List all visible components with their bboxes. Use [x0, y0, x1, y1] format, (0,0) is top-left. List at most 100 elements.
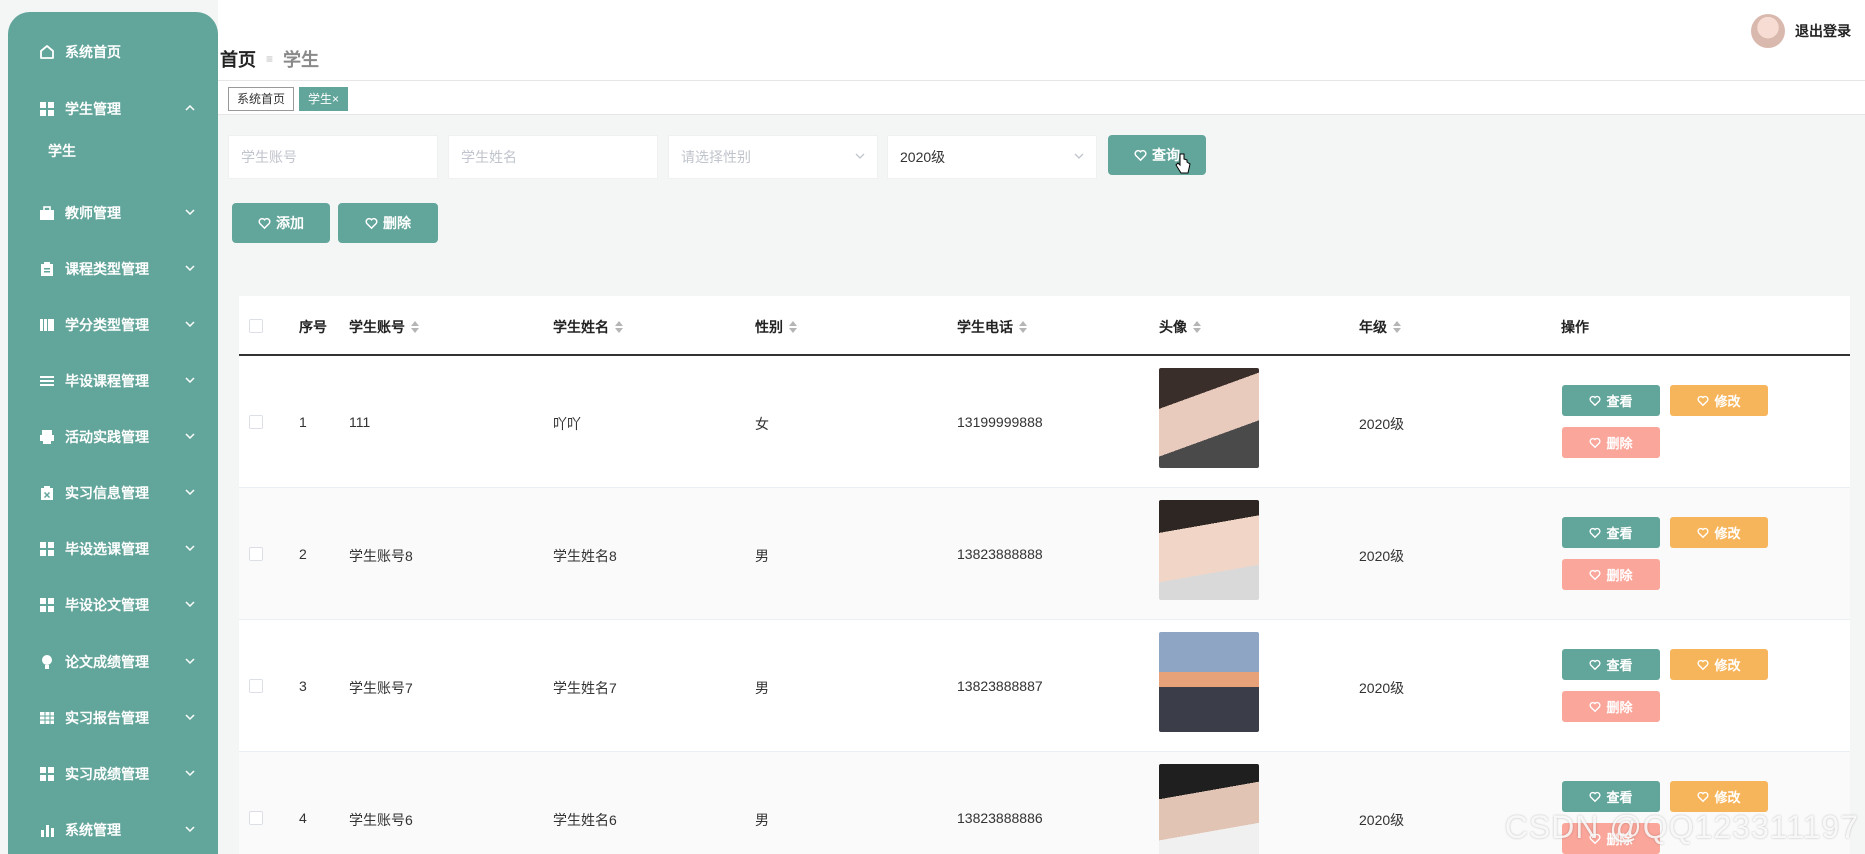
bar-chart-icon	[38, 821, 56, 839]
delete-button[interactable]: 删除	[1562, 691, 1660, 722]
clipboard-icon	[38, 260, 56, 278]
query-button[interactable]: 查询	[1108, 135, 1206, 175]
sidebar-item-label: 毕设选课管理	[65, 541, 149, 557]
chevron-down-icon	[185, 321, 195, 328]
breadcrumb-separator: ≡	[266, 52, 274, 66]
cell-gender: 男	[755, 548, 769, 564]
edit-button[interactable]: 修改	[1670, 781, 1768, 812]
delete-button[interactable]: 删除	[1562, 559, 1660, 590]
sidebar-item-internship-report[interactable]: 实习报告管理	[8, 698, 218, 738]
col-phone[interactable]: 学生电话	[957, 317, 1027, 337]
student-table: 序号 学生账号 学生姓名 性别 学生电话 头像 年级 操作 1 111 吖吖 女…	[239, 296, 1850, 854]
heart-icon	[1697, 659, 1709, 670]
cell-phone: 13823888886	[957, 810, 1043, 826]
col-name[interactable]: 学生姓名	[553, 317, 623, 337]
breadcrumb-home[interactable]: 首页	[220, 46, 256, 72]
sidebar-item-internship-info[interactable]: 实习信息管理	[8, 473, 218, 513]
sidebar-item-label: 实习成绩管理	[65, 766, 149, 782]
heart-icon	[1589, 395, 1601, 406]
row-checkbox[interactable]	[249, 547, 263, 561]
view-button[interactable]: 查看	[1562, 781, 1660, 812]
row-checkbox[interactable]	[249, 679, 263, 693]
cell-phone: 13823888888	[957, 546, 1043, 562]
select-all-checkbox[interactable]	[249, 319, 263, 333]
sort-icon[interactable]	[789, 321, 797, 333]
table-header: 序号 学生账号 学生姓名 性别 学生电话 头像 年级 操作	[239, 296, 1850, 356]
add-button[interactable]: 添加	[232, 203, 330, 243]
edit-button[interactable]: 修改	[1670, 385, 1768, 416]
batch-delete-button[interactable]: 删除	[338, 203, 438, 243]
sidebar-item-credit-type[interactable]: 学分类型管理	[8, 305, 218, 345]
avatar[interactable]	[1751, 14, 1785, 48]
watermark: CSDN @QQ123311197	[1504, 809, 1859, 845]
tag-home[interactable]: 系统首页	[228, 87, 295, 111]
sidebar-item-internship-score[interactable]: 实习成绩管理	[8, 754, 218, 794]
sidebar-subitem-student[interactable]: 学生	[48, 141, 76, 161]
sidebar-item-label: 学生管理	[65, 101, 121, 117]
sidebar-item-teacher-management[interactable]: 教师管理	[8, 193, 218, 233]
sidebar-item-course-type[interactable]: 课程类型管理	[8, 249, 218, 289]
chevron-down-icon	[185, 770, 195, 777]
row-checkbox[interactable]	[249, 811, 263, 825]
sort-icon[interactable]	[1393, 321, 1401, 333]
heart-icon	[365, 217, 378, 229]
cell-index: 2	[299, 546, 307, 562]
sidebar-item-thesis-score[interactable]: 论文成绩管理	[8, 642, 218, 682]
cell-account: 111	[349, 414, 371, 430]
gender-select[interactable]: 请选择性别	[668, 135, 878, 179]
tags-bar: 系统首页 学生×	[218, 80, 1865, 115]
col-avatar-label: 头像	[1159, 319, 1187, 335]
list-icon	[38, 372, 56, 390]
table-row: 2 学生账号8 学生姓名8 男 13823888888 2020级 查看 修改 …	[239, 488, 1850, 620]
tag-student[interactable]: 学生×	[299, 87, 349, 111]
cell-name: 吖吖	[553, 416, 581, 432]
chevron-down-icon	[185, 433, 195, 440]
logout-button[interactable]: 退出登录	[1795, 21, 1851, 41]
grid-icon	[38, 596, 56, 614]
edit-label: 修改	[1714, 658, 1741, 673]
view-button[interactable]: 查看	[1562, 649, 1660, 680]
edit-button[interactable]: 修改	[1670, 649, 1768, 680]
cell-account: 学生账号7	[349, 680, 413, 696]
sidebar-item-label: 论文成绩管理	[65, 654, 149, 670]
heart-icon	[1589, 701, 1601, 712]
printer-icon	[38, 428, 56, 446]
sidebar-item-system-management[interactable]: 系统管理	[8, 810, 218, 850]
chevron-down-icon	[185, 601, 195, 608]
sidebar-item-home[interactable]: 系统首页	[8, 32, 218, 72]
student-account-input[interactable]: 学生账号	[228, 135, 438, 179]
sort-icon[interactable]	[411, 321, 419, 333]
col-avatar[interactable]: 头像	[1159, 317, 1201, 337]
view-button[interactable]: 查看	[1562, 385, 1660, 416]
sidebar: 系统首页 学生管理 学生 教师管理 课程类型管理 学分类型管理 毕设课程管理 活…	[8, 12, 218, 854]
tag-label: 学生	[308, 92, 333, 106]
view-button[interactable]: 查看	[1562, 517, 1660, 548]
heart-icon	[1697, 791, 1709, 802]
tag-close-icon[interactable]: ×	[332, 92, 339, 106]
col-gender[interactable]: 性别	[755, 317, 797, 337]
chevron-down-icon	[185, 826, 195, 833]
delete-button[interactable]: 删除	[1562, 427, 1660, 458]
sidebar-item-activity-practice[interactable]: 活动实践管理	[8, 417, 218, 457]
heart-icon	[1589, 527, 1601, 538]
top-header: 首页 ≡ 学生 退出登录	[218, 0, 1865, 80]
edit-button[interactable]: 修改	[1670, 517, 1768, 548]
sidebar-item-thesis-selection[interactable]: 毕设选课管理	[8, 529, 218, 569]
edit-label: 修改	[1714, 526, 1741, 541]
student-name-input[interactable]: 学生姓名	[448, 135, 658, 179]
heart-icon	[1589, 791, 1601, 802]
col-account[interactable]: 学生账号	[349, 317, 419, 337]
sort-icon[interactable]	[1019, 321, 1027, 333]
cell-account: 学生账号8	[349, 548, 413, 564]
sort-icon[interactable]	[1193, 321, 1201, 333]
sidebar-item-label: 教师管理	[65, 205, 121, 221]
sort-icon[interactable]	[615, 321, 623, 333]
hand-cursor-icon	[1175, 153, 1191, 174]
sidebar-item-thesis-paper[interactable]: 毕设论文管理	[8, 585, 218, 625]
sidebar-item-student-management[interactable]: 学生管理	[8, 89, 218, 129]
row-checkbox[interactable]	[249, 415, 263, 429]
col-gender-label: 性别	[755, 319, 783, 335]
sidebar-item-thesis-course[interactable]: 毕设课程管理	[8, 361, 218, 401]
grade-select[interactable]: 2020级	[887, 135, 1097, 179]
col-grade[interactable]: 年级	[1359, 317, 1401, 337]
